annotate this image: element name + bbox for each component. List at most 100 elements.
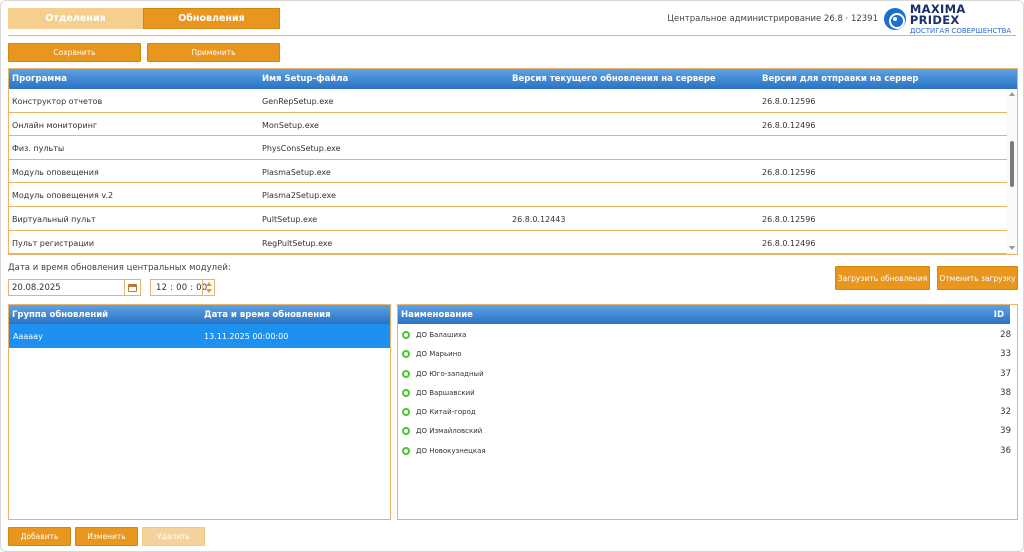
header-divider [8,35,1016,36]
status-online-icon [402,350,410,359]
table-row[interactable]: Модуль оповещения PlasmaSetup.exe 26.8.0.1… [9,160,1017,184]
setup-file-cell: Plasma2Setup.exe [262,191,336,201]
setup-file-cell: PultSetup.exe [262,214,318,224]
branch-name: ДО Измайловский [416,427,483,436]
table-row[interactable]: Модуль оповещения v.2 Plasma2Setup.exe [9,183,1017,207]
update-groups-panel: Группа обновлений Дата и время обновлени… [8,304,391,520]
branch-name: ДО Варшавский [416,388,475,397]
calendar-icon [128,283,137,292]
scroll-up-icon[interactable] [1009,92,1015,96]
setup-file-cell: RegPultSetup.exe [262,238,333,248]
program-cell: Онлайн мониторинг [12,120,98,130]
setup-file-cell: PlasmaSetup.exe [262,167,331,177]
save-button[interactable]: Сохранить [8,43,141,62]
branch-name: ДО Балашиха [416,331,467,339]
logo-icon [884,8,906,30]
list-item[interactable]: ДО Новокузнецкая 36 [398,441,1017,460]
program-cell: Физ. пульты [12,144,65,154]
column-send-version[interactable]: Версия для отправки на сервер [762,74,918,84]
table-row[interactable]: Пульт регистрации RegPultSetup.exe 26.8.0.… [9,231,1017,254]
branch-id: 38 [1000,387,1011,398]
branch-id: 28 [1000,330,1011,340]
program-cell: Конструктор отчетов [12,97,103,106]
update-date-field[interactable]: 20.08.2025 [8,279,141,296]
edit-button[interactable]: Изменить [75,527,138,546]
status-online-icon [402,369,410,378]
list-item[interactable]: ДО Марьино 33 [398,344,1017,363]
scroll-thumb[interactable] [1010,141,1014,187]
branch-name: ДО Марьино [416,350,462,359]
list-item[interactable]: ДО Измайловский 39 [398,421,1017,440]
logo-subtitle: ДОСТИГАЯ СОВЕРШЕНСТВА [909,26,1012,35]
program-cell: Модуль оповещения v.2 [12,191,114,201]
updates-table-header: Программа Имя Setup-файла Версия текущег… [9,69,1017,89]
branch-id: 33 [1000,349,1011,360]
logo-title: MAXIMA PRIDEX [909,1,966,27]
stepper-down-icon[interactable] [206,289,212,293]
app-version-info: Центральное администрирование 26.8 · 123… [667,14,878,24]
add-button[interactable]: Добавить [8,527,71,546]
branches-header: Наименование ID [398,305,1010,324]
status-online-icon [402,427,410,436]
branch-id: 32 [1000,407,1011,418]
status-online-icon [402,446,410,455]
update-groups-header: Группа обновлений Дата и время обновлени… [9,305,390,324]
list-item[interactable]: ДО Балашиха 28 [398,325,1017,344]
current-version-cell: 26.8.0.12443 [512,214,566,224]
cancel-load-button[interactable]: Отменить загрузку [937,266,1018,290]
branch-id: 37 [1000,368,1011,379]
update-date-value: 20.08.2025 [12,283,61,293]
column-setup-file[interactable]: Имя Setup-файла [262,74,348,84]
column-name[interactable]: Наименование [401,310,473,320]
branch-id: 39 [1000,426,1011,437]
send-version-cell: 26.8.0.12496 [762,238,816,248]
delete-button[interactable]: Удалить [142,527,205,546]
column-group[interactable]: Группа обновлений [12,310,108,320]
tab-bar: Отделения Обновления [8,8,280,29]
status-online-icon [402,388,410,397]
updates-table: Программа Имя Setup-файла Версия текущег… [8,68,1018,255]
tab-branches[interactable]: Отделения [8,8,143,29]
branch-name: ДО Новокузнецкая [416,446,486,455]
tab-updates[interactable]: Обновления [143,8,280,29]
updates-table-scrollbar[interactable] [1007,89,1017,254]
app-window: Отделения Обновления Центральное админис… [0,0,1024,552]
list-item[interactable]: ДО Китай-город 32 [398,402,1017,421]
schedule-label: Дата и время обновления центральных моду… [8,263,231,273]
calendar-button[interactable] [124,280,140,295]
table-row[interactable]: Ааааау 13.11.2025 00:00:00 [9,324,390,348]
column-program[interactable]: Программа [12,74,67,84]
column-group-datetime[interactable]: Дата и время обновления [204,310,331,320]
send-version-cell: 26.8.0.12596 [762,214,816,224]
column-id[interactable]: ID [994,310,1004,320]
logo: MAXIMA PRIDEX ДОСТИГАЯ СОВЕРШЕНСТВА [884,1,1019,34]
list-item[interactable]: ДО Юго-западный 37 [398,364,1017,383]
table-row[interactable]: Конструктор отчетов GenRepSetup.exe 26.8.0… [9,89,1017,113]
branch-name: ДО Юго-западный [416,369,484,378]
list-item[interactable]: ДО Варшавский 38 [398,383,1017,402]
column-current-version[interactable]: Версия текущего обновления на сервере [512,74,716,84]
table-row[interactable]: Виртуальный пульт PultSetup.exe 26.8.0.124… [9,207,1017,231]
scroll-down-icon[interactable] [1009,246,1015,250]
table-row[interactable]: Физ. пульты PhysConsSetup.exe [9,136,1017,160]
time-stepper[interactable] [202,280,214,295]
setup-file-cell: MonSetup.exe [262,120,319,130]
program-cell: Модуль оповещения [12,167,99,177]
send-version-cell: 26.8.0.12596 [762,97,816,106]
load-updates-button[interactable]: Загрузить обновления [835,266,930,290]
update-time-field[interactable]: 12 : 00 : 00 [150,279,215,296]
branch-id: 36 [1000,445,1011,456]
send-version-cell: 26.8.0.12596 [762,167,816,177]
program-cell: Пульт регистрации [12,238,95,248]
group-name: Ааааау [13,332,43,341]
branch-name: ДО Китай-город [416,408,476,417]
update-time-value: 12 : 00 : 00 [156,283,208,293]
send-version-cell: 26.8.0.12496 [762,120,816,130]
program-cell: Виртуальный пульт [12,214,96,224]
stepper-up-icon[interactable] [206,282,212,286]
table-row[interactable]: Онлайн мониторинг MonSetup.exe 26.8.0.1249… [9,113,1017,137]
branches-panel: Наименование ID ДО Балашиха 28 ДО Марьино 3… [397,304,1018,520]
status-online-icon [402,408,410,417]
group-datetime: 13.11.2025 00:00:00 [204,332,289,341]
apply-button[interactable]: Применить [147,43,280,62]
